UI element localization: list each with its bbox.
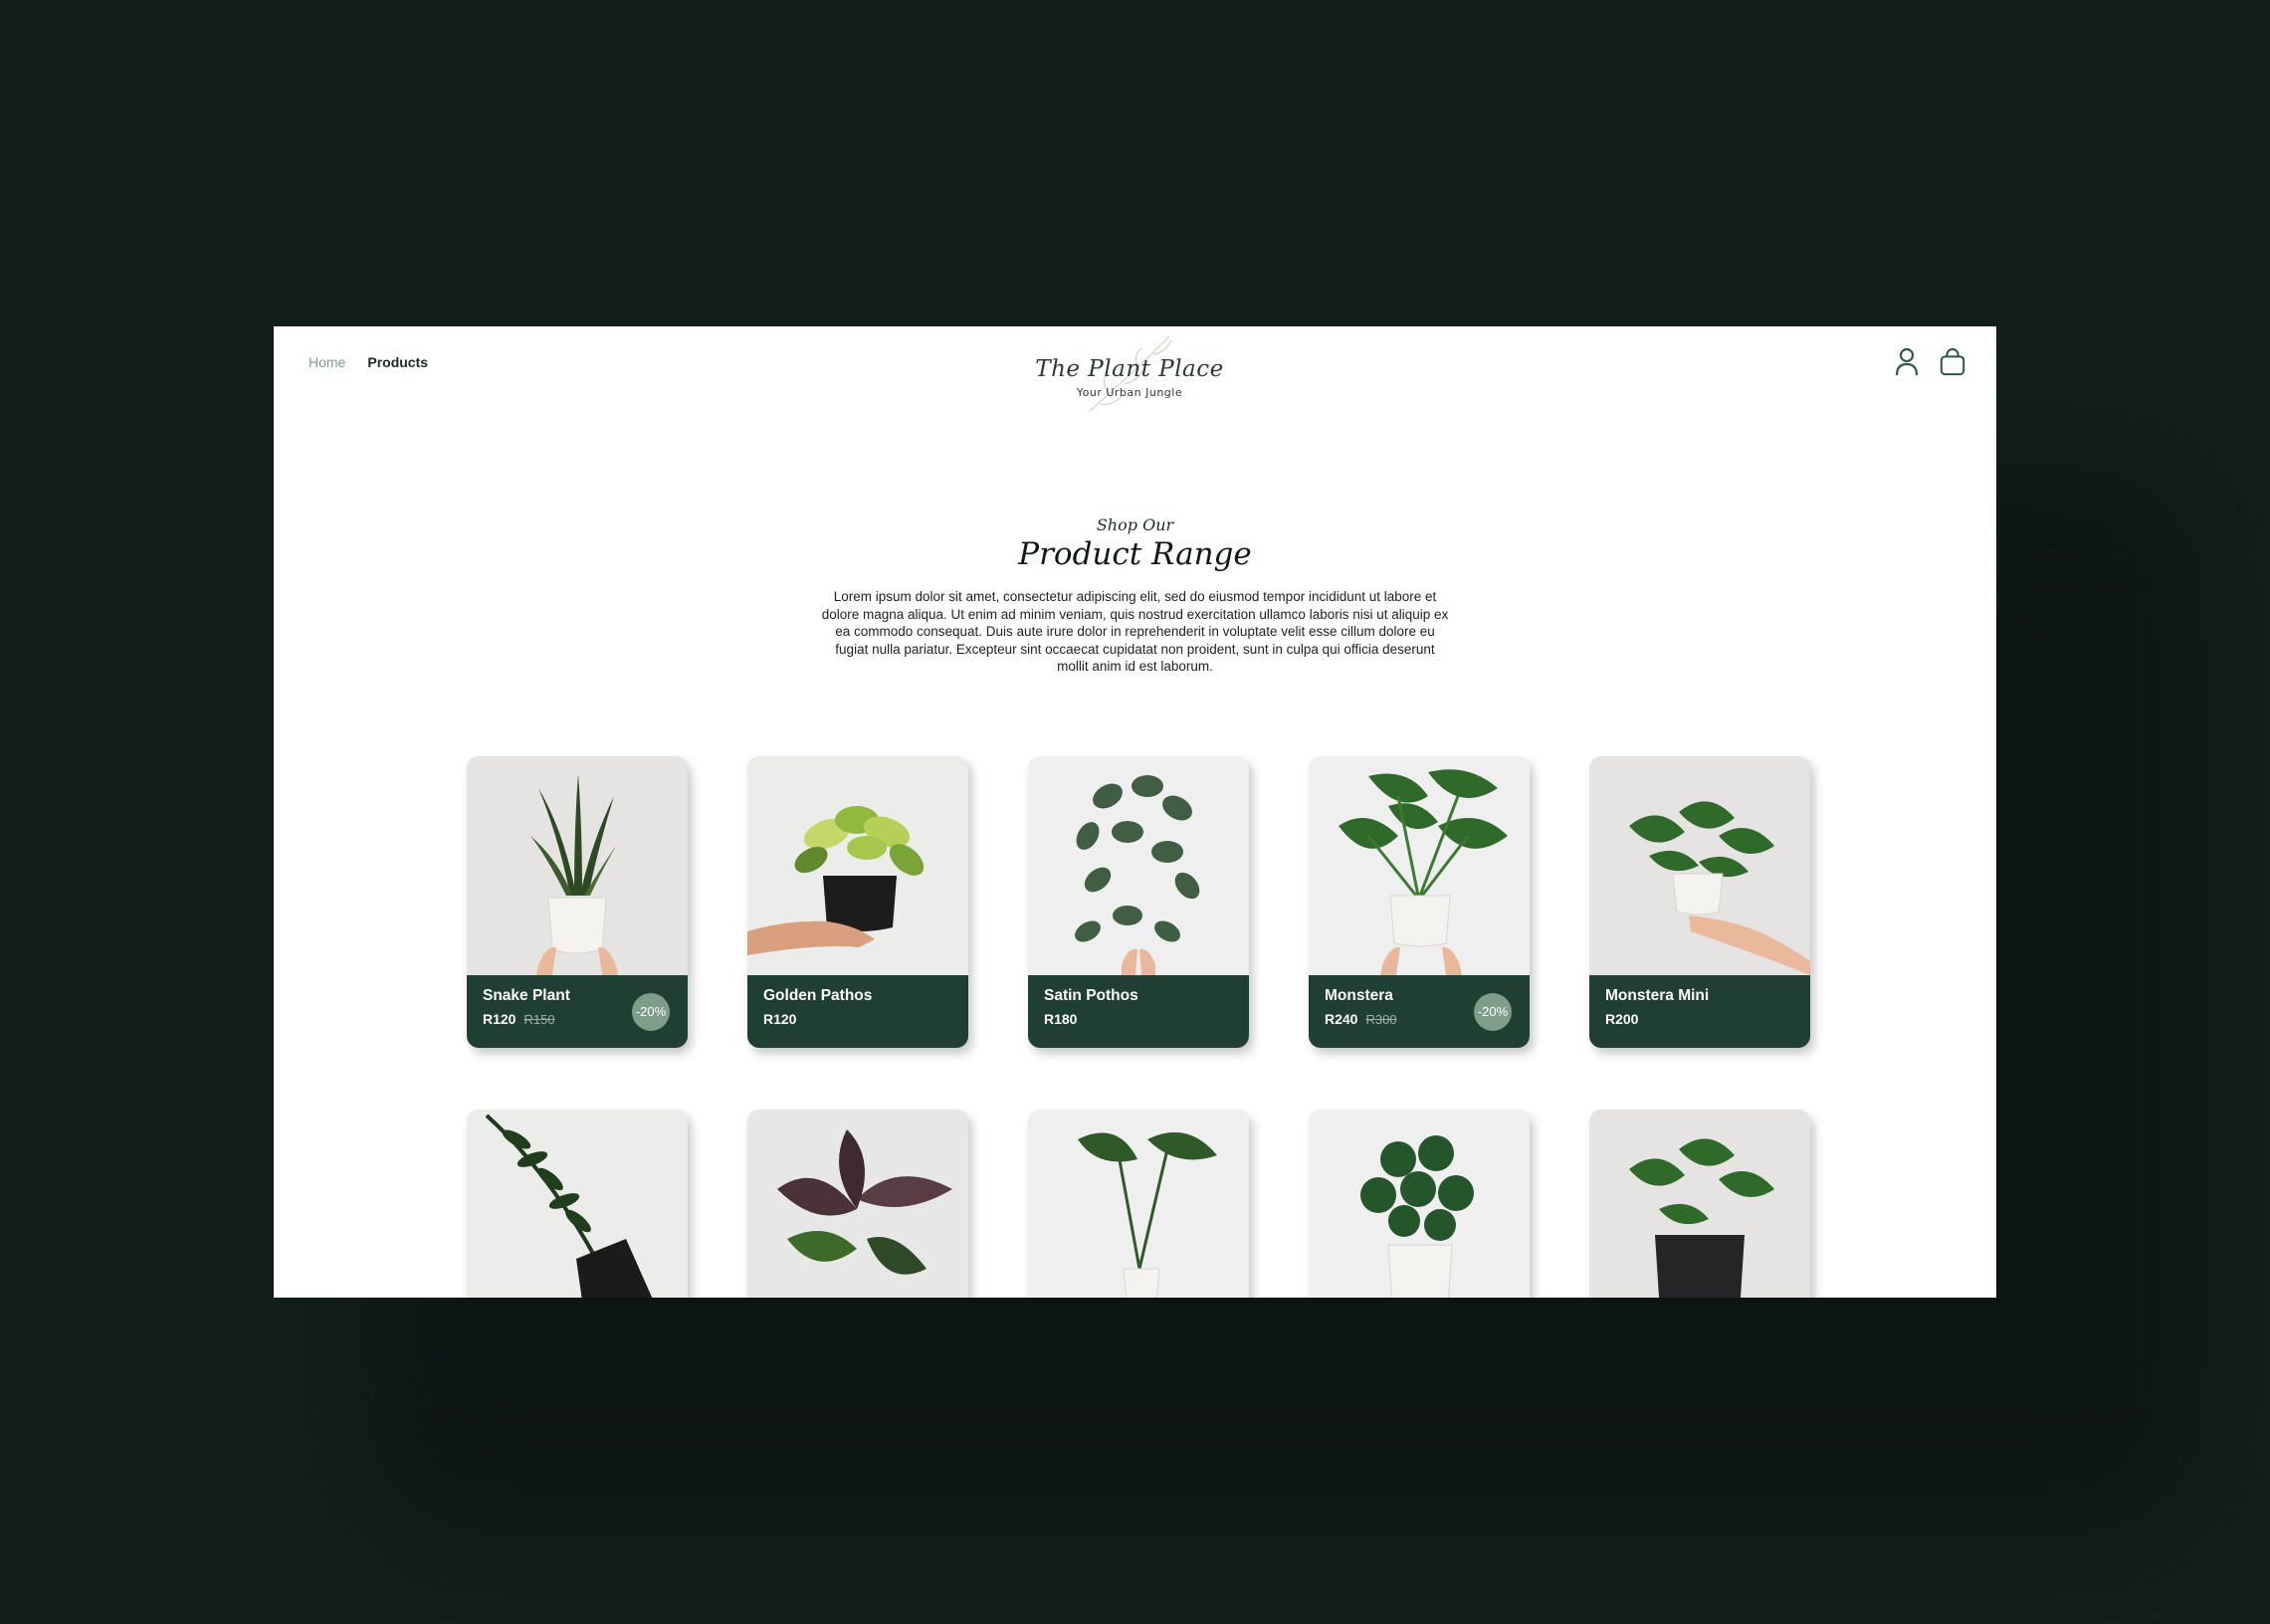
old-price: R300 — [1365, 1012, 1397, 1027]
product-price: R120 R150 — [483, 1011, 555, 1027]
philodendron-photo — [747, 1110, 968, 1298]
product-name: Monstera Mini — [1605, 987, 1710, 1004]
nav-products-link[interactable]: Products — [367, 354, 428, 370]
product-card[interactable]: Monstera Mini R200 — [1589, 756, 1810, 1048]
discount-badge: -20% — [632, 993, 670, 1031]
product-price: R240 R300 — [1325, 1011, 1397, 1027]
product-info: Monstera Mini R200 — [1589, 975, 1810, 1048]
section-eyebrow: Shop Our — [1096, 515, 1174, 534]
product-name: Golden Pathos — [763, 987, 873, 1004]
product-card[interactable]: Golden Pathos R120 — [747, 756, 968, 1048]
zz-plant-photo — [467, 1110, 688, 1298]
web-page: Home Products The Plant Place Your Urban… — [274, 326, 1996, 1298]
snake-plant-photo — [467, 756, 688, 975]
product-card[interactable] — [467, 1110, 688, 1298]
product-name: Monstera — [1325, 987, 1393, 1004]
pilea-photo — [1309, 1110, 1530, 1298]
current-price: R120 — [763, 1011, 797, 1027]
user-icon[interactable] — [1893, 346, 1921, 378]
product-card[interactable]: Satin Pothos R180 — [1028, 756, 1249, 1048]
golden-pathos-photo — [747, 756, 968, 975]
monstera-adansonii-photo — [1589, 1110, 1810, 1298]
intro-section: Shop Our Product Range Lorem ipsum dolor… — [274, 515, 1996, 676]
satin-pothos-photo — [1028, 756, 1249, 975]
top-nav: Home Products — [309, 354, 428, 370]
product-price: R120 — [763, 1011, 796, 1027]
product-card[interactable]: Monstera R240 R300 -20% — [1309, 756, 1530, 1048]
discount-badge: -20% — [1474, 993, 1512, 1031]
monstera-photo — [1309, 756, 1530, 975]
product-card[interactable] — [1589, 1110, 1810, 1298]
section-title: Product Range — [1018, 536, 1252, 572]
philodendron-xanadu-photo — [1028, 1110, 1249, 1298]
old-price: R150 — [523, 1012, 555, 1027]
current-price: R120 — [483, 1011, 516, 1027]
current-price: R180 — [1044, 1011, 1078, 1027]
product-price: R200 — [1605, 1011, 1638, 1027]
logo-title: The Plant Place — [1035, 356, 1224, 382]
product-name: Snake Plant — [483, 987, 570, 1004]
product-card[interactable]: Snake Plant R120 R150 -20% — [467, 756, 688, 1048]
current-price: R200 — [1605, 1011, 1639, 1027]
product-info: Monstera R240 R300 -20% — [1309, 975, 1530, 1048]
logo-subtitle: Your Urban Jungle — [1076, 386, 1183, 399]
header-actions — [1893, 346, 1966, 378]
current-price: R240 — [1325, 1011, 1358, 1027]
product-info: Golden Pathos R120 — [747, 975, 968, 1048]
product-card[interactable] — [1028, 1110, 1249, 1298]
intro-paragraph: Lorem ipsum dolor sit amet, consectetur … — [821, 589, 1449, 674]
brand-logo[interactable]: The Plant Place Your Urban Jungle — [1030, 326, 1249, 418]
product-info: Snake Plant R120 R150 -20% — [467, 975, 688, 1048]
product-price: R180 — [1044, 1011, 1077, 1027]
product-info: Satin Pothos R180 — [1028, 975, 1249, 1048]
shopping-bag-icon[interactable] — [1939, 346, 1966, 378]
monstera-mini-photo — [1589, 756, 1810, 975]
product-card[interactable] — [1309, 1110, 1530, 1298]
product-name: Satin Pothos — [1044, 987, 1138, 1004]
nav-home-link[interactable]: Home — [309, 354, 345, 370]
product-card[interactable] — [747, 1110, 968, 1298]
